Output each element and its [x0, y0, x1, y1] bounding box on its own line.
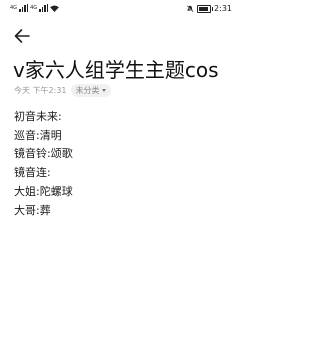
sim-label-2: 4G — [30, 4, 38, 11]
status-bar-left: 4G 4G — [10, 4, 59, 12]
note-line: 大哥:葬 — [14, 203, 51, 217]
status-bar-right: 2:31 — [186, 4, 232, 13]
battery-icon — [197, 4, 214, 13]
note-body[interactable]: 初音未来: 巡音:清明 镜音铃:颂歌 镜音连: 大姐:陀螺球 大哥:葬 — [14, 108, 73, 220]
signal-icon — [19, 4, 29, 12]
sim-label-1: 4G — [10, 4, 18, 11]
note-line: 大姐:陀螺球 — [14, 184, 73, 198]
note-date: 今天 下午2:31 — [14, 86, 67, 95]
arrow-left-icon — [14, 29, 30, 43]
status-time: 2:31 — [214, 4, 232, 13]
battery-fill — [199, 6, 208, 11]
category-label: 未分类 — [75, 86, 100, 95]
wifi-icon — [50, 4, 59, 12]
note-line: 初音未来: — [14, 110, 62, 123]
status-bar: 4G 4G 2:31 — [0, 0, 240, 18]
triangle-down-icon — [101, 89, 106, 92]
bell-off-icon — [186, 4, 194, 13]
note-meta: 今天 下午2:31 未分类 — [14, 84, 111, 97]
note-line: 镜音铃:颂歌 — [14, 147, 73, 161]
note-line: 巡音:清明 — [14, 128, 62, 142]
category-dropdown[interactable]: 未分类 — [70, 84, 111, 97]
back-button[interactable] — [12, 26, 32, 46]
note-title[interactable]: v家六人组学生主题cos — [13, 54, 219, 83]
note-line: 镜音连: — [14, 166, 51, 180]
signal-icon-2 — [39, 4, 49, 12]
